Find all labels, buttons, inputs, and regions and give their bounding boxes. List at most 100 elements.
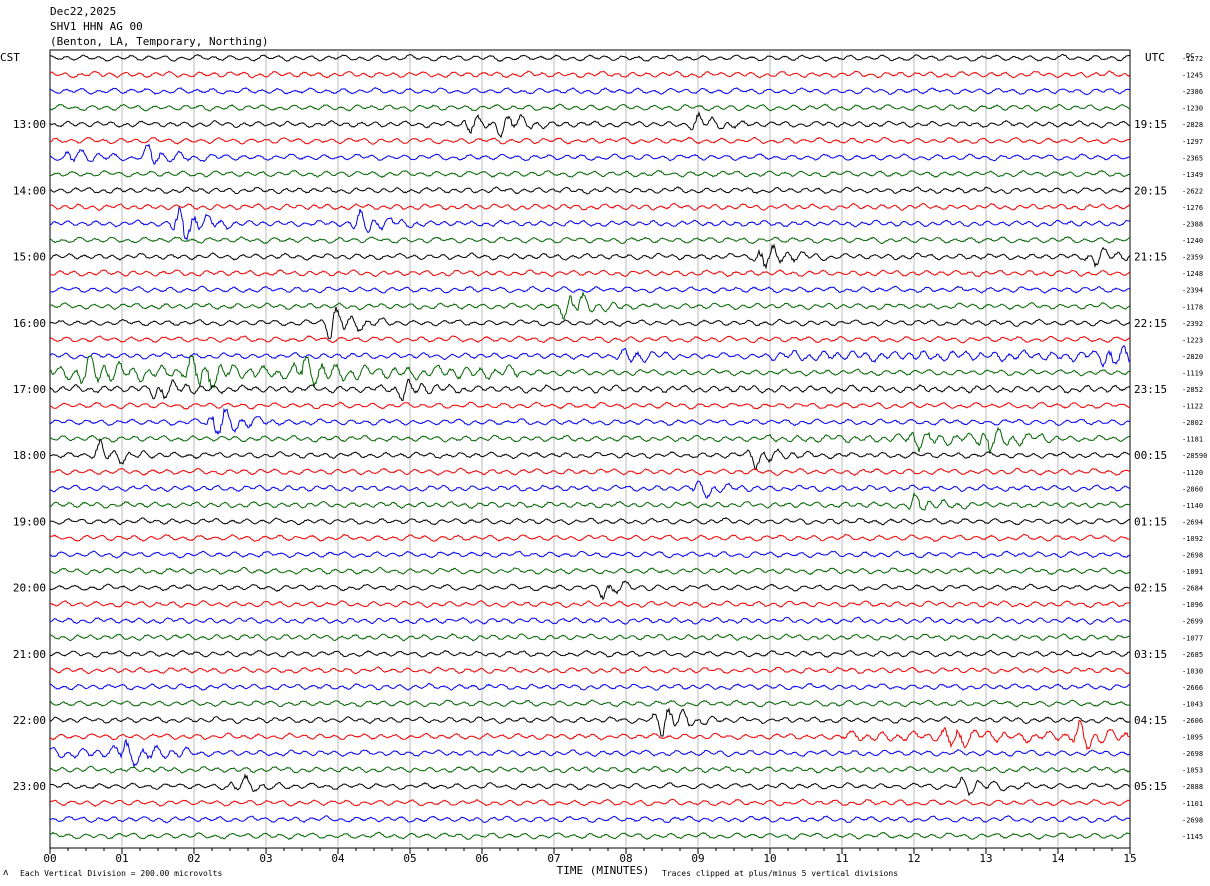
trace-43 (49, 765, 1131, 774)
x-tick-label: 02 (187, 852, 200, 865)
location-label: (Benton, LA, Temporary, Northing) (50, 35, 269, 48)
utc-hour-label: 05:15 (1134, 780, 1167, 793)
dc-offset-label: -1140 (1182, 502, 1203, 510)
dc-offset-label: -1101 (1182, 800, 1203, 808)
trace-4 (49, 111, 1131, 139)
trace-37 (49, 666, 1131, 675)
trace-17 (49, 335, 1131, 344)
trace-12 (49, 243, 1131, 270)
utc-hour-label: 03:15 (1134, 648, 1167, 661)
dc-offset-label: -1119 (1182, 369, 1203, 377)
cst-hour-label: 23:00 (13, 780, 46, 793)
utc-hour-label: 02:15 (1134, 582, 1167, 595)
x-tick-label: 06 (475, 852, 488, 865)
plot-frame (49, 49, 1131, 849)
dc-offset-label: -1297 (1182, 138, 1203, 146)
cst-hour-label: 22:00 (13, 714, 46, 727)
utc-hour-label: 23:15 (1134, 383, 1167, 396)
cst-hour-label: 19:00 (13, 515, 46, 528)
trace-2 (49, 86, 1131, 96)
dc-offset-label: -2699 (1182, 618, 1203, 626)
x-tick-label: 01 (115, 852, 128, 865)
trace-22 (49, 407, 1131, 436)
trace-0 (49, 53, 1131, 63)
dc-offset-label: -1092 (1182, 535, 1203, 543)
dc-offset-label: -2392 (1182, 320, 1203, 328)
trace-32 (49, 580, 1131, 601)
dc-offset-label: -28590 (1182, 452, 1207, 460)
cst-hour-label: 16:00 (13, 317, 46, 330)
dc-offset-label: -1230 (1182, 105, 1203, 113)
dc-offset-label: -1122 (1182, 403, 1203, 411)
dc-offset-label: -2820 (1182, 353, 1203, 361)
dc-offset-label: -2684 (1182, 585, 1203, 593)
dc-offset-label: -2386 (1182, 88, 1203, 96)
dc-offset-label: -1091 (1182, 568, 1203, 576)
trace-3 (49, 103, 1131, 112)
date-label: Dec22,2025 (50, 5, 117, 18)
trace-9 (49, 202, 1131, 211)
dc-offset-label: -1030 (1182, 667, 1203, 675)
dc-offset-label: -2698 (1182, 750, 1203, 758)
trace-41 (49, 720, 1131, 751)
cst-label: CST (0, 51, 20, 64)
dc-offset-label: -1096 (1182, 601, 1203, 609)
dc-offset-label: -1248 (1182, 270, 1203, 278)
dc-offset-label: -1077 (1182, 634, 1203, 642)
dc-offset-label: -2685 (1182, 651, 1203, 659)
trace-23 (49, 426, 1131, 455)
trace-35 (49, 632, 1131, 642)
dc-offset-label: -1145 (1182, 833, 1203, 841)
x-tick-label: 14 (1051, 852, 1065, 865)
trace-26 (49, 480, 1131, 499)
clip-note: Traces clipped at plus/minus 5 vertical … (662, 869, 898, 878)
dc-offset-label: -2606 (1182, 717, 1203, 725)
x-axis-title: TIME (MINUTES) (557, 864, 650, 877)
dc-offset-label: -1245 (1182, 72, 1203, 80)
trace-7 (49, 169, 1131, 179)
dc-offset-label: -2828 (1182, 121, 1203, 129)
utc-hour-label: 19:15 (1134, 118, 1167, 131)
trace-38 (49, 682, 1130, 691)
dc-offset-label: -2365 (1182, 154, 1203, 162)
utc-hour-label: 21:15 (1134, 251, 1167, 264)
trace-29 (49, 533, 1131, 542)
x-tick-label: 11 (835, 852, 848, 865)
dc-offset-label: -1272 (1182, 55, 1203, 63)
dc-offset-label: -2694 (1182, 518, 1203, 526)
scale-note: Each Vertical Division = 200.00 microvol… (20, 869, 222, 878)
trace-33 (49, 600, 1131, 609)
trace-5 (49, 136, 1131, 145)
dc-offset-label: -1120 (1182, 469, 1203, 477)
dc-offset-label: -1349 (1182, 171, 1203, 179)
dc-offset-label: -1053 (1182, 767, 1203, 775)
utc-hour-label: 04:15 (1134, 714, 1167, 727)
utc-label: UTC (1145, 51, 1165, 64)
x-tick-label: 05 (403, 852, 416, 865)
dc-offset-label: -1181 (1182, 436, 1203, 444)
dc-offset-label: -2388 (1182, 221, 1203, 229)
trace-42 (49, 738, 1131, 769)
trace-16 (49, 306, 1131, 340)
trace-39 (49, 699, 1131, 708)
x-tick-label: 15 (1123, 852, 1136, 865)
dc-offset-label: -2394 (1182, 287, 1203, 295)
trace-11 (49, 236, 1131, 245)
trace-14 (49, 285, 1131, 294)
trace-8 (49, 186, 1131, 195)
dc-offset-label: -1276 (1182, 204, 1203, 212)
x-tick-label: 00 (43, 852, 56, 865)
trace-24 (49, 438, 1131, 471)
trace-10 (49, 206, 1131, 241)
x-tick-label: 12 (907, 852, 920, 865)
utc-hour-label: 20:15 (1134, 184, 1167, 197)
x-tick-label: 09 (691, 852, 704, 865)
utc-hour-label: 00:15 (1134, 449, 1167, 462)
helicorder-plot: 00 01 02 03 04 05 06 07 08 09 10 11 12 13 14 15CST UTC DC… (0, 49, 1207, 878)
dc-offset-label: -2622 (1182, 187, 1203, 195)
dc-offset-label: -2666 (1182, 684, 1203, 692)
x-tick-label: 04 (331, 852, 345, 865)
trace-15 (49, 290, 1131, 320)
dc-offset-label: -2860 (1182, 485, 1203, 493)
dc-offset-label: -2888 (1182, 783, 1203, 791)
